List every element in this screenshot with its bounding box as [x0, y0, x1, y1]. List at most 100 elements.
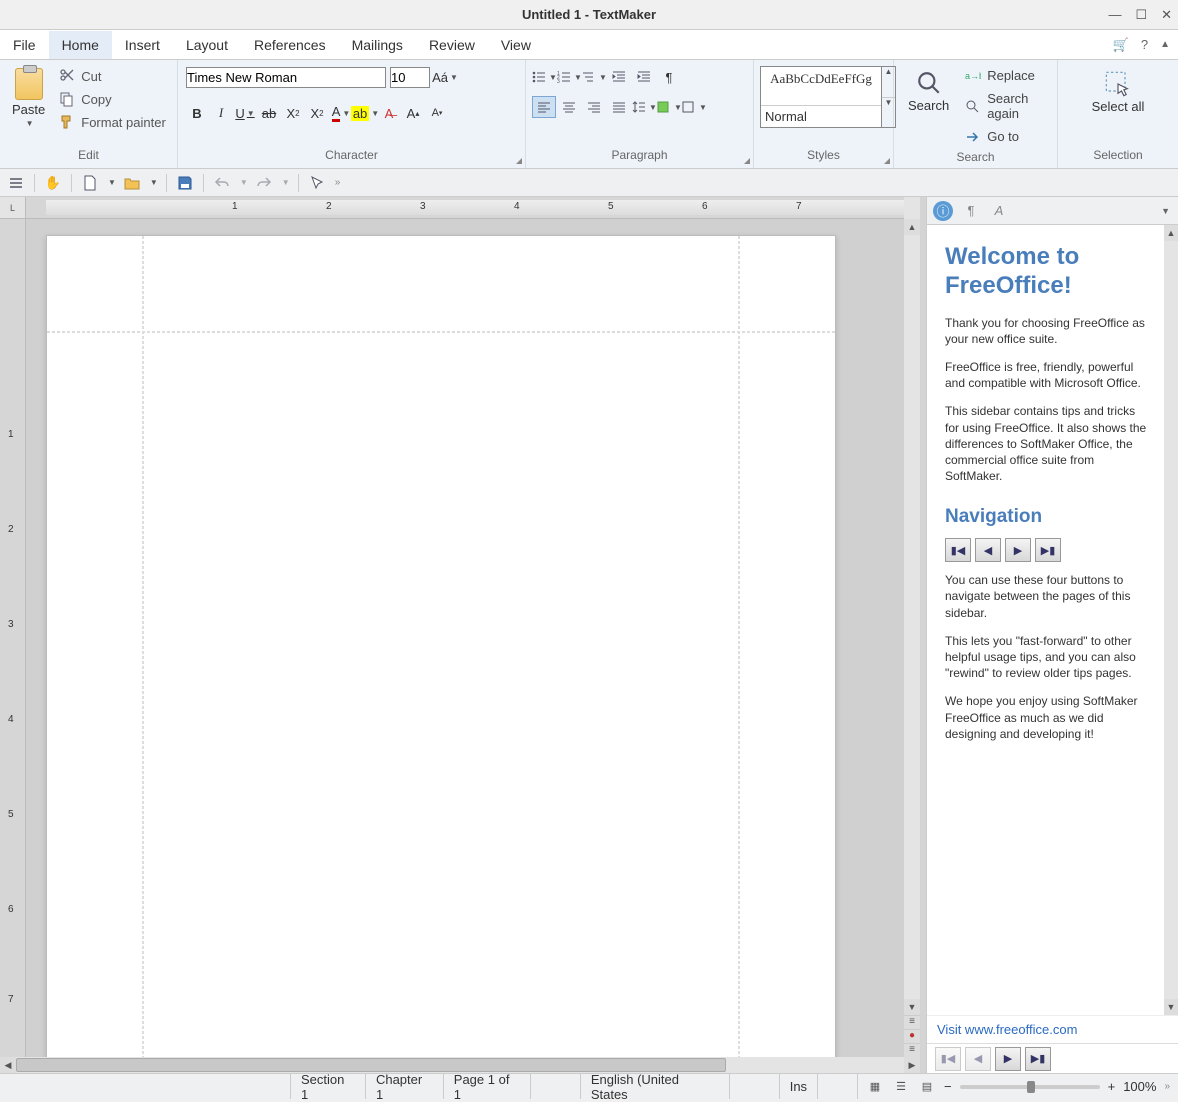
line-spacing-button[interactable]: ▼	[632, 96, 656, 118]
zoom-out-button[interactable]: −	[944, 1079, 952, 1094]
chevron-down-icon[interactable]: ▼	[240, 178, 248, 187]
zoom-more-icon[interactable]: »	[1164, 1081, 1170, 1092]
align-left-button[interactable]	[532, 96, 556, 118]
dialog-launcher-icon[interactable]	[744, 158, 750, 164]
sidebar-tab-info[interactable]: ⓘ	[933, 201, 953, 221]
sidebar-tab-styles[interactable]: A	[989, 201, 1009, 221]
bold-button[interactable]: B	[186, 102, 208, 124]
underline-button[interactable]: U▼	[234, 102, 256, 124]
bullets-button[interactable]: ▼	[532, 66, 556, 88]
shading-button[interactable]: ▼	[657, 96, 681, 118]
nav-first-button[interactable]: ▮◀	[945, 538, 971, 562]
pilcrow-button[interactable]: ¶	[657, 66, 681, 88]
pointer-icon[interactable]	[307, 173, 327, 193]
tab-insert[interactable]: Insert	[112, 31, 173, 59]
font-size-input[interactable]	[390, 67, 430, 88]
close-button[interactable]: ✕	[1161, 7, 1172, 23]
tab-view[interactable]: View	[488, 31, 544, 59]
vertical-scrollbar[interactable]: ▲ ▼ ≡ ● ≡	[904, 219, 920, 1057]
nav-prev-button[interactable]: ◀	[965, 1047, 991, 1071]
italic-button[interactable]: I	[210, 102, 232, 124]
status-page[interactable]: Page 1 of 1	[443, 1074, 530, 1099]
status-ins[interactable]: Ins	[779, 1074, 817, 1099]
sidebar-scrollbar[interactable]: ▲ ▼	[1164, 225, 1178, 1015]
format-painter-button[interactable]: Format painter	[55, 112, 170, 132]
tab-layout[interactable]: Layout	[173, 31, 241, 59]
shrink-font-button[interactable]: A▾	[426, 102, 448, 124]
horizontal-scrollbar[interactable]: ◀ ▶	[0, 1057, 920, 1073]
sidebar-menu-icon[interactable]: ▼	[1161, 206, 1170, 216]
clear-format-button[interactable]: A̶	[378, 102, 400, 124]
inc-indent-button[interactable]	[632, 66, 656, 88]
zoom-slider[interactable]	[960, 1085, 1100, 1089]
next-page-icon[interactable]: ≡	[904, 1043, 920, 1057]
zoom-in-button[interactable]: +	[1108, 1079, 1116, 1094]
browse-object-icon[interactable]: ●	[904, 1029, 920, 1043]
scroll-up-icon[interactable]: ▲	[1164, 225, 1178, 241]
view-normal-icon[interactable]: ▦	[866, 1079, 884, 1095]
nav-prev-button[interactable]: ◀	[975, 538, 1001, 562]
scroll-down-icon[interactable]: ▼	[904, 999, 920, 1015]
tab-file[interactable]: File	[0, 31, 49, 59]
sidebar-tab-nav[interactable]: ¶	[961, 201, 981, 221]
font-family-input[interactable]	[186, 67, 386, 88]
nav-last-button[interactable]: ▶▮	[1035, 538, 1061, 562]
horizontal-ruler[interactable]: 1 2 3 4 5 6 7	[26, 197, 904, 219]
chevron-down-icon[interactable]: ▼	[282, 178, 290, 187]
scroll-left-icon[interactable]: ◀	[0, 1057, 16, 1073]
scroll-right-icon[interactable]: ▶	[904, 1057, 920, 1073]
search-again-button[interactable]: Search again	[961, 89, 1051, 123]
vertical-ruler[interactable]: 1 2 3 4 5 6 7	[0, 219, 26, 1057]
qat-overflow-icon[interactable]: »	[335, 177, 341, 188]
change-case-button[interactable]: Aá▼	[434, 66, 456, 88]
nav-next-button[interactable]: ▶	[1005, 538, 1031, 562]
chevron-down-icon[interactable]: ▼	[108, 178, 116, 187]
grow-font-button[interactable]: A▴	[402, 102, 424, 124]
replace-button[interactable]: a→bReplace	[961, 66, 1051, 85]
align-center-button[interactable]	[557, 96, 581, 118]
nav-first-button[interactable]: ▮◀	[935, 1047, 961, 1071]
tab-mailings[interactable]: Mailings	[339, 31, 416, 59]
dec-indent-button[interactable]	[607, 66, 631, 88]
qat-menu-icon[interactable]	[6, 173, 26, 193]
new-doc-button[interactable]	[80, 173, 100, 193]
status-section[interactable]: Section 1	[290, 1074, 365, 1099]
minimize-button[interactable]: —	[1108, 7, 1121, 23]
scroll-down-icon[interactable]: ▼	[1164, 999, 1178, 1015]
view-master-icon[interactable]: ▤	[918, 1079, 936, 1095]
cart-icon[interactable]: 🛒	[1113, 37, 1129, 53]
select-all-button[interactable]: Select all	[1084, 64, 1153, 120]
strikethrough-button[interactable]: ab	[258, 102, 280, 124]
scroll-up-icon[interactable]: ▲	[904, 219, 920, 235]
cut-button[interactable]: Cut	[55, 66, 170, 86]
copy-button[interactable]: Copy	[55, 89, 170, 109]
maximize-button[interactable]: ☐	[1135, 7, 1147, 23]
numbering-button[interactable]: 123▼	[557, 66, 581, 88]
status-chapter[interactable]: Chapter 1	[365, 1074, 443, 1099]
highlight-button[interactable]: ab▼	[354, 102, 376, 124]
page-viewport[interactable]	[26, 219, 904, 1057]
status-language[interactable]: English (United States	[580, 1074, 729, 1099]
prev-page-icon[interactable]: ≡	[904, 1015, 920, 1029]
multilevel-button[interactable]: ▼	[582, 66, 606, 88]
tab-home[interactable]: Home	[49, 31, 112, 59]
nav-last-button[interactable]: ▶▮	[1025, 1047, 1051, 1071]
document-page[interactable]	[46, 235, 836, 1057]
align-right-button[interactable]	[582, 96, 606, 118]
dialog-launcher-icon[interactable]	[516, 158, 522, 164]
paste-button[interactable]: Paste ▼	[6, 64, 51, 132]
redo-button[interactable]	[254, 173, 274, 193]
view-outline-icon[interactable]: ☰	[892, 1079, 910, 1095]
borders-button[interactable]: ▼	[682, 96, 706, 118]
save-button[interactable]	[175, 173, 195, 193]
zoom-value[interactable]: 100%	[1123, 1079, 1156, 1094]
goto-button[interactable]: Go to	[961, 127, 1051, 146]
superscript-button[interactable]: X2	[306, 102, 328, 124]
chevron-down-icon[interactable]: ▼	[26, 119, 34, 128]
font-color-button[interactable]: A▼	[330, 102, 352, 124]
dialog-launcher-icon[interactable]	[884, 158, 890, 164]
align-justify-button[interactable]	[607, 96, 631, 118]
scroll-thumb[interactable]	[16, 1058, 726, 1072]
collapse-ribbon-icon[interactable]: ▲	[1160, 39, 1170, 50]
search-button[interactable]: Search	[900, 64, 957, 119]
